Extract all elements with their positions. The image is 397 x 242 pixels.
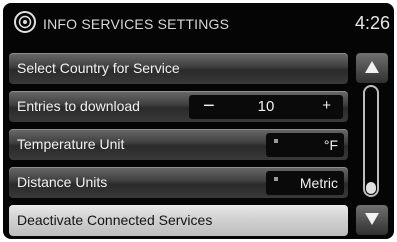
arrow-down-icon <box>365 213 379 225</box>
menu-item-distance-units[interactable]: Distance Units Metric <box>9 167 348 198</box>
screen: INFO SERVICES SETTINGS 4:26 Select Count… <box>3 3 394 239</box>
menu-item-entries-to-download: Entries to download − 10 + <box>9 91 348 122</box>
settings-dial-icon <box>14 11 36 33</box>
increment-button[interactable]: + <box>322 97 331 114</box>
page-title: INFO SERVICES SETTINGS <box>43 16 230 32</box>
scrollbar-track[interactable] <box>363 85 379 197</box>
menu-item-temperature-unit[interactable]: Temperature Unit °F <box>9 129 348 160</box>
toggle-indicator <box>274 139 278 143</box>
menu-item-label: Temperature Unit <box>17 136 125 152</box>
temperature-value: °F <box>323 137 338 153</box>
menu-item-select-country[interactable]: Select Country for Service <box>9 53 348 84</box>
menu-item-label: Select Country for Service <box>17 60 180 76</box>
menu-item-deactivate-connected-services[interactable]: Deactivate Connected Services <box>9 205 348 236</box>
menu-item-label: Distance Units <box>17 174 108 190</box>
arrow-up-icon <box>365 61 379 73</box>
header-bar: INFO SERVICES SETTINGS 4:26 <box>3 3 394 45</box>
scroll-up-button[interactable] <box>356 53 388 83</box>
scrollbar-thumb[interactable] <box>366 182 376 194</box>
entries-stepper: − 10 + <box>189 95 343 119</box>
distance-value-box: Metric <box>266 171 344 195</box>
distance-value: Metric <box>299 175 338 191</box>
menu-item-label: Entries to download <box>17 98 140 114</box>
stepper-value: 10 <box>257 98 275 115</box>
toggle-indicator <box>274 177 278 181</box>
menu-item-label: Deactivate Connected Services <box>17 212 213 228</box>
clock: 4:26 <box>354 13 390 33</box>
temperature-value-box: °F <box>266 133 344 157</box>
scroll-down-button[interactable] <box>356 205 388 235</box>
